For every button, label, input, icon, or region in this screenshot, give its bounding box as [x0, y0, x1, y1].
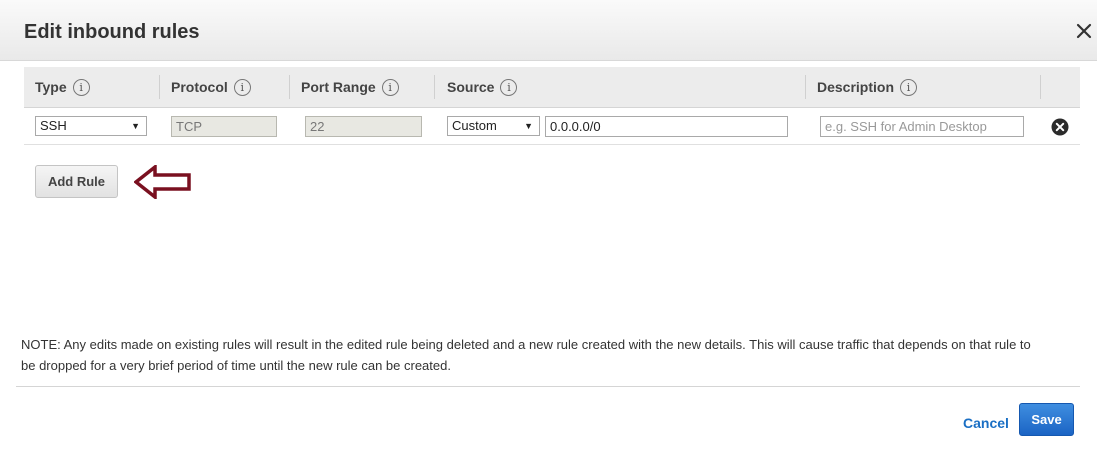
column-divider — [1040, 75, 1041, 99]
column-divider — [289, 75, 290, 99]
info-icon[interactable]: i — [500, 78, 518, 96]
column-label-port-range: Port Range — [301, 79, 376, 95]
column-header-type: Type i — [35, 67, 90, 107]
column-divider — [434, 75, 435, 99]
column-label-type: Type — [35, 79, 67, 95]
add-rule-area: Add Rule — [35, 165, 118, 198]
hollow-left-arrow-icon — [134, 165, 191, 199]
cancel-button[interactable]: Cancel — [963, 415, 1009, 431]
remove-rule-icon[interactable] — [1051, 118, 1069, 136]
edit-warning-note: NOTE: Any edits made on existing rules w… — [21, 337, 1031, 373]
source-cidr-input[interactable] — [545, 116, 788, 137]
dialog-title: Edit inbound rules — [24, 21, 200, 43]
column-header-source: Source i — [447, 67, 518, 107]
info-icon[interactable]: i — [900, 78, 918, 96]
column-divider — [159, 75, 160, 99]
info-icon[interactable]: i — [381, 78, 399, 96]
footer-divider — [16, 386, 1080, 387]
save-button[interactable]: Save — [1019, 403, 1074, 436]
type-select[interactable]: SSH ▼ — [35, 116, 147, 136]
add-rule-button[interactable]: Add Rule — [35, 165, 118, 198]
dialog-header: Edit inbound rules — [0, 0, 1097, 61]
info-icon[interactable]: i — [72, 78, 90, 96]
column-label-description: Description — [817, 79, 895, 95]
type-select-value: SSH — [40, 118, 67, 133]
table-header: Type i Protocol i Port Range i Source i Desc… — [24, 67, 1080, 108]
info-icon[interactable]: i — [233, 78, 251, 96]
source-type-select[interactable]: Custom ▼ — [447, 116, 540, 136]
column-header-port-range: Port Range i — [301, 67, 399, 107]
column-divider — [805, 75, 806, 99]
description-input[interactable] — [820, 116, 1024, 137]
inbound-rules-table: Type i Protocol i Port Range i Source i Desc… — [24, 67, 1080, 145]
chevron-down-icon: ▼ — [131, 121, 140, 131]
column-label-source: Source — [447, 79, 495, 95]
protocol-field — [171, 116, 277, 137]
close-icon[interactable] — [1075, 22, 1093, 40]
column-label-protocol: Protocol — [171, 79, 228, 95]
source-type-value: Custom — [452, 118, 497, 133]
chevron-down-icon: ▼ — [524, 121, 533, 131]
port-range-field — [305, 116, 422, 137]
column-header-protocol: Protocol i — [171, 67, 251, 107]
rule-row: SSH ▼ Custom ▼ — [24, 108, 1080, 145]
column-header-description: Description i — [817, 67, 918, 107]
